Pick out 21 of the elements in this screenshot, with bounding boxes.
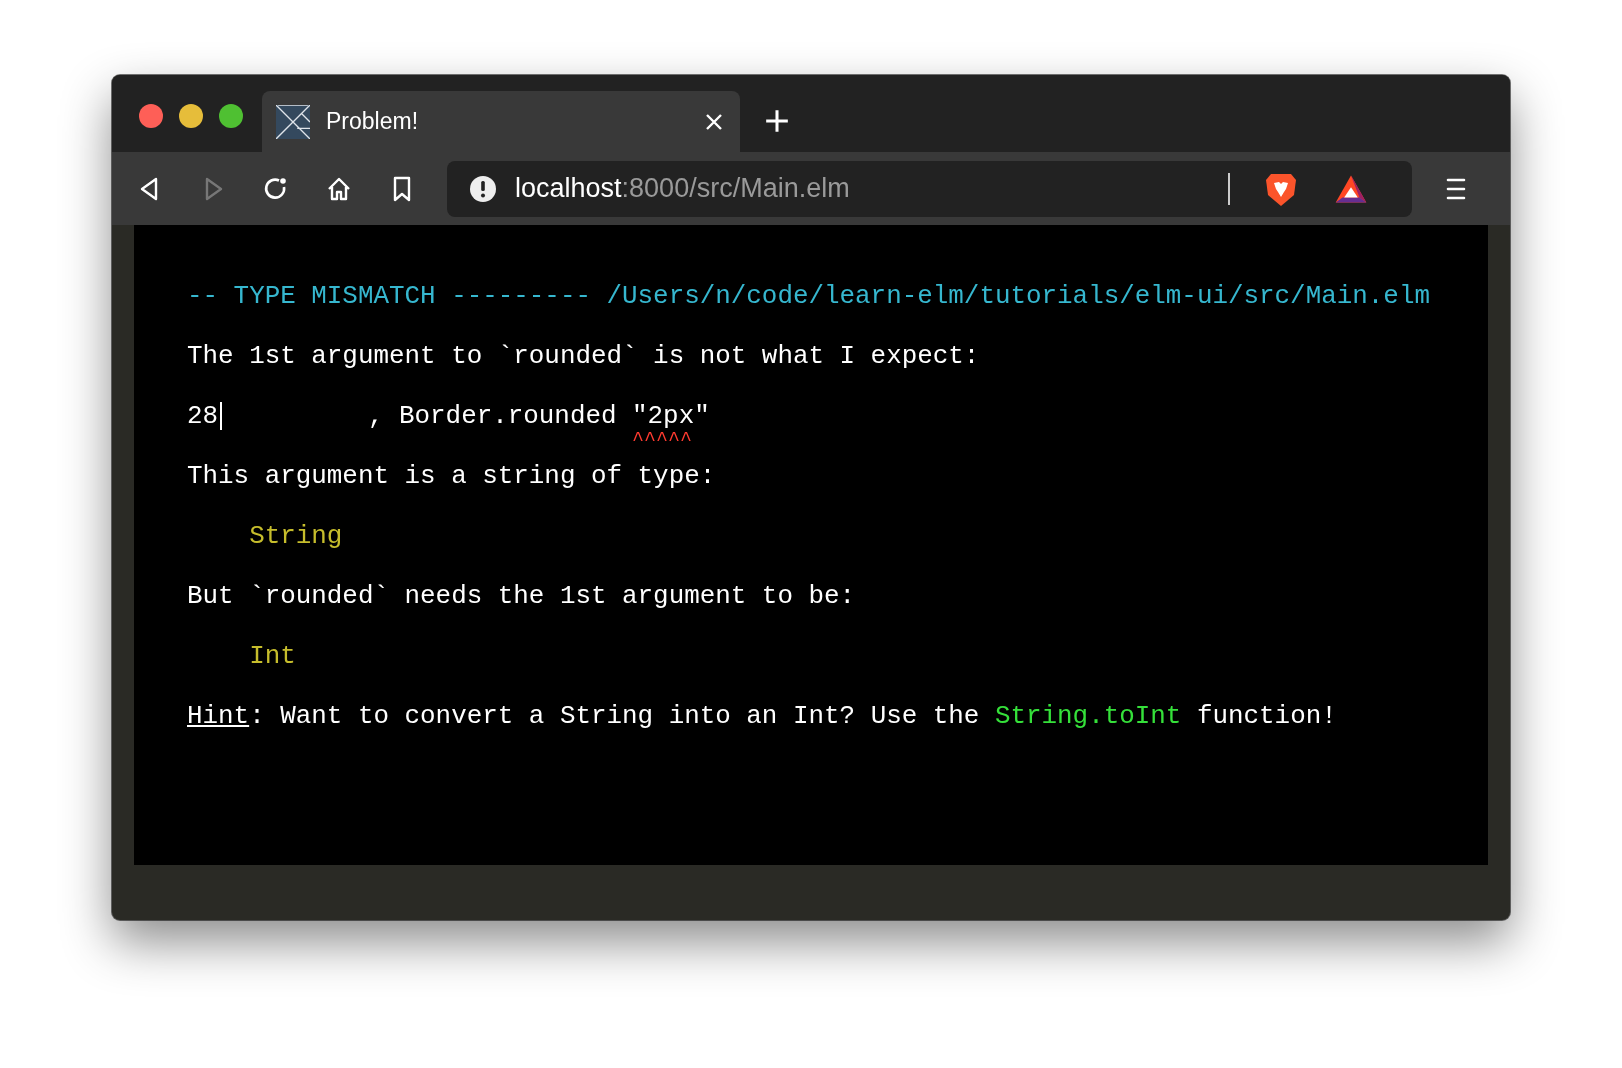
window-zoom-button[interactable] <box>219 104 243 128</box>
type-name: String <box>249 521 343 551</box>
window-minimize-button[interactable] <box>179 104 203 128</box>
code-snippet: , Border.rounded <box>366 401 618 431</box>
address-bar[interactable]: localhost:8000/src/Main.elm <box>447 160 1412 217</box>
browser-tab[interactable]: Problem! <box>262 91 740 152</box>
close-tab-icon[interactable] <box>704 111 724 132</box>
tangram-logo-icon <box>276 104 310 139</box>
error-message: This argument is a string of type: <box>187 461 716 491</box>
error-underline: ^^^^^ <box>632 428 693 453</box>
info-icon[interactable] <box>469 174 497 203</box>
error-header: -- TYPE MISMATCH --------- /Users/n/code/learn-elm/tutorials/elm-ui/src/Main.elm <box>187 281 1430 311</box>
url-text: localhost:8000/src/Main.elm <box>515 173 851 204</box>
window-close-button[interactable] <box>139 104 163 128</box>
hint-message: Hint: Want to convert a String into an Int? Use the String.toInt function! <box>187 701 1337 731</box>
line-number: 28 <box>187 401 219 431</box>
error-message: But `rounded` needs the 1st argument to be: <box>187 581 856 611</box>
error-message: The 1st argument to `rounded` is not what I expect: <box>187 341 980 371</box>
code-argument: "2px" <box>632 401 710 431</box>
type-name: Int <box>249 641 296 671</box>
new-tab-icon[interactable] <box>764 108 790 134</box>
